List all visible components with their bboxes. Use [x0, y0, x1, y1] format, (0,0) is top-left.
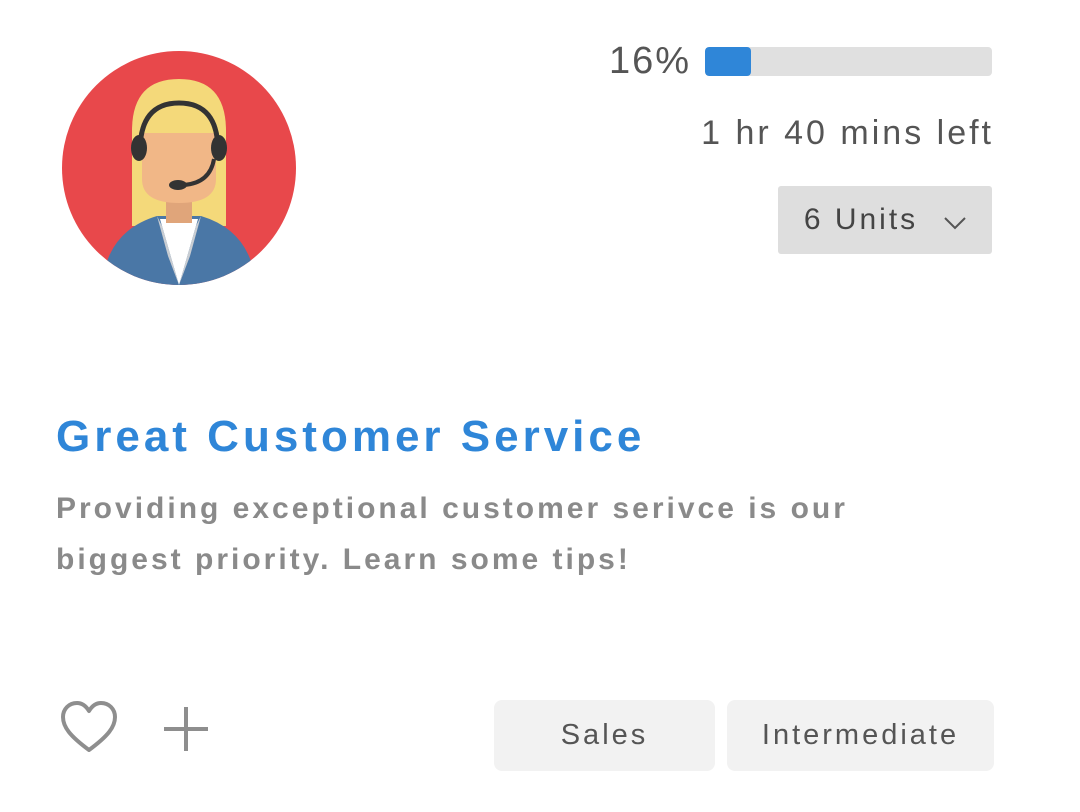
course-title[interactable]: Great Customer Service [56, 412, 645, 462]
progress-bar-fill [705, 47, 751, 76]
tag-sales[interactable]: Sales [494, 700, 715, 771]
customer-support-agent-icon [62, 51, 296, 285]
course-card: 16% 1 hr 40 mins left 6 Units Great Cust… [0, 0, 1080, 812]
progress-bar [705, 47, 992, 76]
plus-icon[interactable] [162, 705, 210, 753]
course-description: Providing exceptional customer serivce i… [56, 492, 848, 576]
units-dropdown-label: 6 Units [803, 203, 919, 236]
tag-intermediate[interactable]: Intermediate [727, 700, 994, 771]
progress-percent: 16% [608, 40, 691, 82]
time-remaining: 1 hr 40 mins left [701, 114, 994, 152]
units-dropdown[interactable]: 6 Units [778, 186, 992, 254]
heart-icon[interactable] [60, 700, 118, 754]
chevron-down-icon [944, 217, 966, 230]
progress-row: 16% [609, 40, 992, 83]
